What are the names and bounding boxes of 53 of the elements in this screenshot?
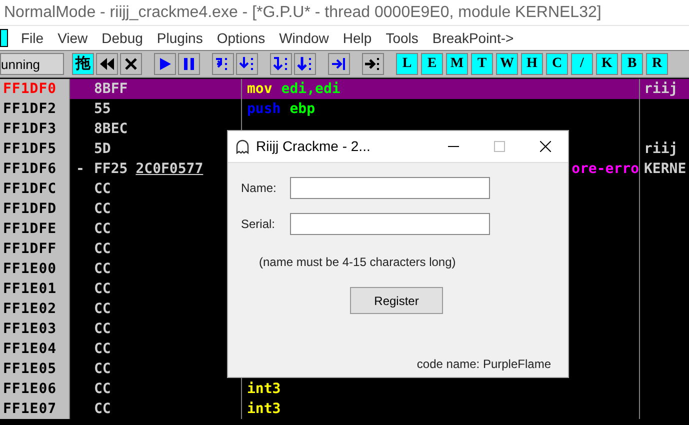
address-cell: FF1E02 <box>3 301 57 317</box>
opcode: int3 <box>247 380 281 399</box>
hex-cell-text: CC <box>94 180 111 199</box>
name-label: Name: <box>241 180 278 197</box>
hex-cell-text: CC <box>94 220 111 239</box>
opcode: mov <box>247 80 272 99</box>
hex-cell-text: CC <box>94 260 111 279</box>
dialog-title: Riijj Crackme - 2... <box>256 137 370 156</box>
hex-cell-text: CC <box>94 320 111 339</box>
hex-cell-text: CC <box>94 360 111 379</box>
address-cell: FF1E07 <box>3 401 57 417</box>
address-cell: FF1DF3 <box>3 121 57 137</box>
jump-marker: - <box>76 161 84 177</box>
address-cell: FF1E05 <box>3 361 57 377</box>
hex-cell-text: 5D <box>94 140 111 159</box>
opcode: int3 <box>247 400 281 419</box>
hex-cell-text: CC <box>94 380 111 399</box>
window-title: NormalMode - riijj_crackme4.exe - [*G.P.U* - thread 0000E9E0, module KERNEL32] <box>4 2 602 22</box>
address-cell: FF1DFF <box>3 241 57 257</box>
hex-cell-text: FF25 <box>94 160 128 179</box>
address-cell: FF1DF6 <box>3 161 57 177</box>
comment-cell: riij <box>644 81 678 97</box>
hex-operand: 2C0F0577 <box>136 160 204 179</box>
hint-text: (name must be 4-15 characters long) <box>259 254 457 271</box>
address-cell: FF1DFE <box>3 221 57 237</box>
hex-cell-text: CC <box>94 280 111 299</box>
comment-cell: KERNE <box>644 161 686 177</box>
address-cell: FF1DF0 <box>3 81 57 97</box>
address-cell: FF1DFC <box>3 181 57 197</box>
hex-cell-text: 55 <box>94 100 111 119</box>
address-cell: FF1DF5 <box>3 141 57 157</box>
address-cell: FF1E01 <box>3 281 57 297</box>
address-cell: FF1E04 <box>3 341 57 357</box>
serial-label: Serial: <box>241 216 276 233</box>
operands: ebp <box>290 100 316 119</box>
operands: edi,edi <box>281 80 340 99</box>
address-cell: FF1DFD <box>3 201 57 217</box>
comment-cell: riij <box>644 141 678 157</box>
hex-cell-text: CC <box>94 300 111 319</box>
hex-cell-text: CC <box>94 340 111 359</box>
hex-cell-text: CC <box>94 240 111 259</box>
address-cell: FF1E03 <box>3 321 57 337</box>
hex-cell-text: CC <box>94 400 111 419</box>
operands: ore-erro <box>572 160 639 179</box>
status-field: unning <box>0 53 64 75</box>
opcode: push <box>247 100 281 119</box>
address-cell: FF1DF2 <box>3 101 57 117</box>
address-cell: FF1E00 <box>3 261 57 277</box>
hex-cell-text: CC <box>94 200 111 219</box>
hex-cell-text: 8BEC <box>94 120 128 139</box>
address-cell: FF1E06 <box>3 381 57 397</box>
hex-cell-text: 8BFF <box>94 80 128 99</box>
code-name-text: code name: PurpleFlame <box>416 356 551 373</box>
